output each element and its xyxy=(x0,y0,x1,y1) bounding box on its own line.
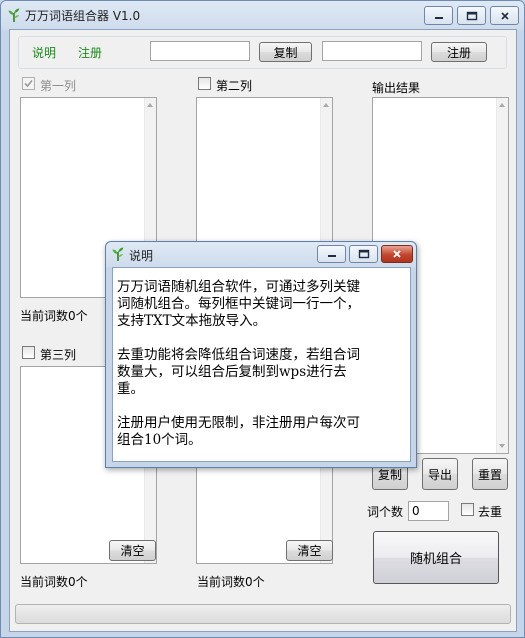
window-title: 万万词语组合器 V1.0 xyxy=(25,9,141,23)
export-button[interactable]: 导出 xyxy=(422,458,458,490)
word-count-input[interactable]: 0 xyxy=(408,501,449,521)
dialog-close-button[interactable] xyxy=(381,245,413,263)
scroll-up-icon xyxy=(499,103,505,107)
dialog-line: 万万词语随机组合软件，可通过多列关键 xyxy=(117,279,360,295)
col2-label: 第二列 xyxy=(216,79,253,93)
dialog-line: 组合10个词。 xyxy=(117,432,202,448)
register-code-field[interactable] xyxy=(322,41,422,61)
sprout-icon xyxy=(111,246,125,262)
dialog-line: 注册用户使用无限制，非注册用户每次可 xyxy=(117,415,360,431)
dedupe-label: 去重 xyxy=(478,505,503,519)
dialog-blank-line xyxy=(117,330,409,347)
dedupe-checkbox[interactable] xyxy=(461,503,474,516)
minimize-button[interactable] xyxy=(424,6,453,25)
dialog-line: 数量大，可以组合后复制到wps进行去 xyxy=(117,364,347,380)
output-scrollbar[interactable] xyxy=(496,98,508,453)
help-link[interactable]: 说明 xyxy=(32,44,56,61)
dialog-line: 词随机组合。每列框中关键词一行一个， xyxy=(117,296,360,312)
scroll-down-icon xyxy=(499,444,505,448)
close-button[interactable] xyxy=(490,6,519,25)
check-icon xyxy=(24,79,33,88)
dialog-line: 重。 xyxy=(117,381,144,397)
dialog-minimize-button[interactable] xyxy=(317,245,346,263)
col3-clear-button[interactable]: 清空 xyxy=(109,540,156,561)
dialog-line: 去重功能将会降低组合词速度，若组合词 xyxy=(117,347,360,363)
col1-checkbox[interactable] xyxy=(22,77,35,90)
col3-count: 当前词数0个 xyxy=(20,575,88,589)
dialog-title: 说明 xyxy=(129,249,154,263)
scroll-up-icon xyxy=(323,103,329,107)
col4-count: 当前词数0个 xyxy=(197,575,265,589)
dialog-content: 万万词语随机组合软件，可通过多列关键 词随机组合。每列框中关键词一行一个， 支持… xyxy=(112,267,411,462)
dialog-line: 支持TXT文本拖放导入。 xyxy=(117,313,267,329)
close-icon xyxy=(393,250,401,258)
scroll-up-icon xyxy=(147,103,153,107)
progress-bar xyxy=(15,604,511,624)
col2-checkbox[interactable] xyxy=(198,77,211,90)
col3-label: 第三列 xyxy=(40,348,77,362)
random-combine-button[interactable]: 随机组合 xyxy=(373,531,499,584)
maximize-icon xyxy=(358,249,369,259)
close-icon xyxy=(500,11,509,20)
machine-code-field[interactable] xyxy=(150,41,250,61)
dialog-maximize-button[interactable] xyxy=(349,245,378,263)
col4-clear-button[interactable]: 清空 xyxy=(286,540,333,561)
reset-button[interactable]: 重置 xyxy=(472,458,508,490)
maximize-icon xyxy=(466,11,477,20)
output-label: 输出结果 xyxy=(372,81,421,95)
sprout-icon xyxy=(7,7,21,23)
register-link[interactable]: 注册 xyxy=(78,44,102,61)
dialog-message: 万万词语随机组合软件，可通过多列关键 词随机组合。每列框中关键词一行一个， 支持… xyxy=(117,279,409,449)
register-button[interactable]: 注册 xyxy=(431,42,487,62)
col1-count: 当前词数0个 xyxy=(20,309,88,323)
col3-checkbox[interactable] xyxy=(22,346,35,359)
copy-code-button[interactable]: 复制 xyxy=(259,42,312,62)
minimize-icon xyxy=(434,16,443,19)
word-count-label: 词个数 xyxy=(367,505,404,519)
maximize-button[interactable] xyxy=(457,6,486,25)
dialog-blank-line xyxy=(117,398,409,415)
col1-label: 第一列 xyxy=(40,79,77,93)
minimize-icon xyxy=(327,255,336,257)
help-dialog: 说明 万万词语随机组合软件，可通过多列关键 词随机组合。每列框中关键词一行一个，… xyxy=(105,241,417,468)
